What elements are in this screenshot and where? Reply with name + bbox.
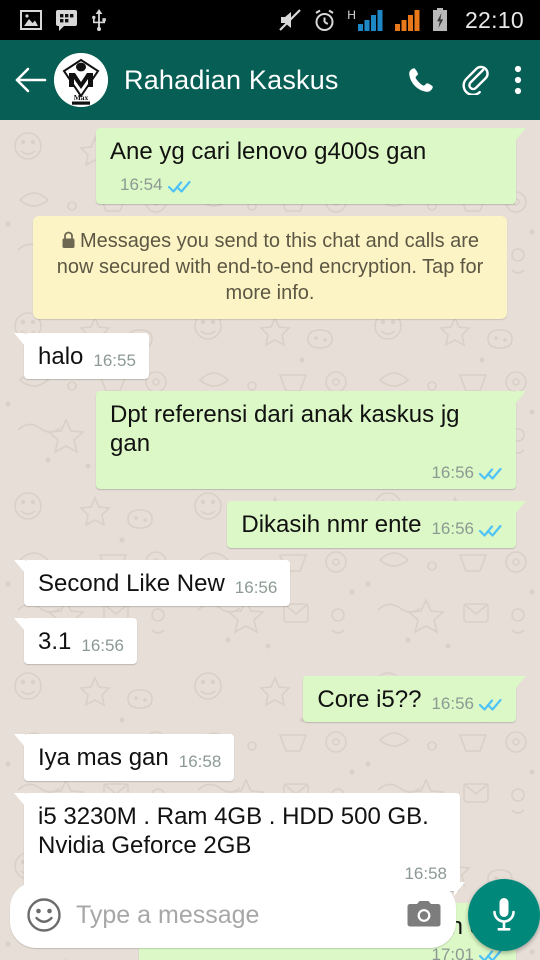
mute-icon bbox=[279, 9, 302, 31]
usb-icon bbox=[92, 9, 106, 31]
message-text: Second Like New bbox=[38, 569, 225, 597]
message-composer bbox=[0, 870, 540, 960]
message-row: Ane yg cari lenovo g400s gan 16:54 bbox=[14, 128, 526, 204]
attach-button[interactable] bbox=[460, 65, 490, 95]
alarm-icon bbox=[315, 9, 334, 31]
read-receipt-icon bbox=[167, 180, 191, 193]
back-button[interactable] bbox=[14, 63, 48, 97]
overflow-menu-button[interactable] bbox=[514, 64, 522, 96]
encryption-notice-row: Messages you send to this chat and calls… bbox=[14, 215, 526, 319]
message-text: halo bbox=[38, 342, 84, 370]
message-row: Dpt referensi dari anak kaskus jg gan 16… bbox=[14, 390, 526, 490]
message-text: Core i5?? bbox=[317, 686, 422, 714]
message-row: 3.1 16:56 bbox=[14, 617, 526, 665]
status-bar-right-icons: H 22:10 bbox=[278, 7, 530, 34]
microphone-icon bbox=[493, 898, 515, 931]
message-meta: 16:56 bbox=[431, 519, 503, 540]
message-time: 16:56 bbox=[431, 519, 474, 539]
message-time: 16:56 bbox=[431, 694, 474, 714]
composer-input-wrapper[interactable] bbox=[10, 882, 465, 948]
message-meta: 16:58 bbox=[179, 752, 222, 773]
message-row: halo 16:55 bbox=[14, 332, 526, 379]
status-bar: H 22:10 bbox=[0, 0, 540, 40]
message-bubble-outgoing[interactable]: Dpt referensi dari anak kaskus jg gan 16… bbox=[96, 390, 526, 490]
network-type-label: H bbox=[347, 8, 356, 22]
camera-button[interactable] bbox=[406, 901, 442, 929]
svg-text:Max: Max bbox=[74, 93, 89, 102]
message-row: Dikasih nmr ente 16:56 bbox=[14, 501, 526, 548]
message-time: 16:56 bbox=[81, 635, 124, 655]
bbm-messenger-icon bbox=[56, 9, 77, 31]
voice-record-button[interactable] bbox=[468, 879, 540, 951]
message-time: 16:55 bbox=[93, 350, 136, 370]
message-time: 16:56 bbox=[431, 462, 474, 482]
more-vertical-icon bbox=[514, 65, 522, 95]
encryption-notice-text: Messages you send to this chat and calls… bbox=[56, 229, 484, 305]
chat-header: Max Rahadian Kaskus bbox=[0, 40, 540, 120]
message-text: i5 3230M . Ram 4GB . HDD 500 GB. Nvidia … bbox=[38, 802, 429, 859]
phone-icon bbox=[409, 68, 433, 92]
call-button[interactable] bbox=[406, 65, 436, 95]
message-row: Second Like New 16:56 bbox=[13, 559, 526, 606]
back-arrow-icon bbox=[15, 67, 47, 93]
camera-icon bbox=[407, 901, 441, 927]
message-bubble-outgoing[interactable]: Ane yg cari lenovo g400s gan 16:54 bbox=[96, 128, 526, 204]
chat-body[interactable]: Ane yg cari lenovo g400s gan 16:54 Messag… bbox=[0, 120, 540, 960]
message-input[interactable] bbox=[76, 900, 398, 930]
chat-title: Rahadian Kaskus bbox=[124, 64, 339, 95]
message-meta: 16:56 bbox=[235, 578, 278, 599]
message-bubble-outgoing[interactable]: Core i5?? 16:56 bbox=[303, 676, 526, 723]
message-bubble-incoming[interactable]: 3.1 16:56 bbox=[14, 617, 137, 665]
status-bar-clock: 22:10 bbox=[464, 6, 524, 33]
message-bubble-incoming[interactable]: Second Like New 16:56 bbox=[13, 559, 291, 606]
message-meta: 16:56 bbox=[431, 694, 503, 715]
message-time: 16:58 bbox=[178, 752, 222, 772]
message-bubble-outgoing[interactable]: Dikasih nmr ente 16:56 bbox=[227, 501, 526, 548]
lock-icon bbox=[62, 231, 75, 248]
read-receipt-icon bbox=[479, 467, 502, 480]
message-text: Dikasih nmr ente bbox=[241, 511, 422, 539]
message-bubble-incoming[interactable]: halo 16:55 bbox=[14, 332, 149, 379]
read-receipt-icon bbox=[479, 699, 502, 711]
message-time: 16:56 bbox=[234, 577, 278, 597]
signal-icon bbox=[394, 10, 420, 31]
read-receipt-icon bbox=[479, 524, 502, 537]
message-row: Core i5?? 16:56 bbox=[14, 676, 526, 723]
paperclip-icon bbox=[462, 65, 489, 95]
battery-charging-icon bbox=[432, 8, 447, 31]
message-row: Iya mas gan 16:58 bbox=[13, 734, 526, 781]
message-text: 3.1 bbox=[38, 627, 72, 655]
header-actions bbox=[406, 64, 526, 96]
status-bar-left-icons bbox=[10, 9, 107, 31]
message-text: Iya mas gan bbox=[38, 744, 169, 772]
message-list: Ane yg cari lenovo g400s gan 16:54 Messag… bbox=[0, 120, 540, 960]
message-meta: 16:56 bbox=[110, 463, 503, 484]
message-meta: 16:54 bbox=[120, 175, 192, 196]
message-time: 16:54 bbox=[120, 175, 163, 195]
message-text: Ane yg cari lenovo g400s gan bbox=[110, 138, 427, 165]
encryption-notice[interactable]: Messages you send to this chat and calls… bbox=[33, 215, 507, 319]
message-text: Dpt referensi dari anak kaskus jg gan bbox=[110, 400, 460, 458]
whatsapp-chat-screen: H 22:10 Max Rahadian Kaskus Ane yg cari … bbox=[0, 0, 540, 960]
contact-avatar-logo: Max bbox=[54, 53, 108, 107]
avatar[interactable]: Max bbox=[54, 53, 108, 107]
image-icon bbox=[20, 10, 42, 30]
message-meta: 16:55 bbox=[93, 351, 136, 372]
smiley-icon[interactable] bbox=[26, 897, 62, 933]
signal-h-icon: H bbox=[347, 9, 384, 31]
message-meta: 16:56 bbox=[81, 636, 124, 657]
message-bubble-incoming[interactable]: Iya mas gan 16:58 bbox=[13, 734, 235, 781]
